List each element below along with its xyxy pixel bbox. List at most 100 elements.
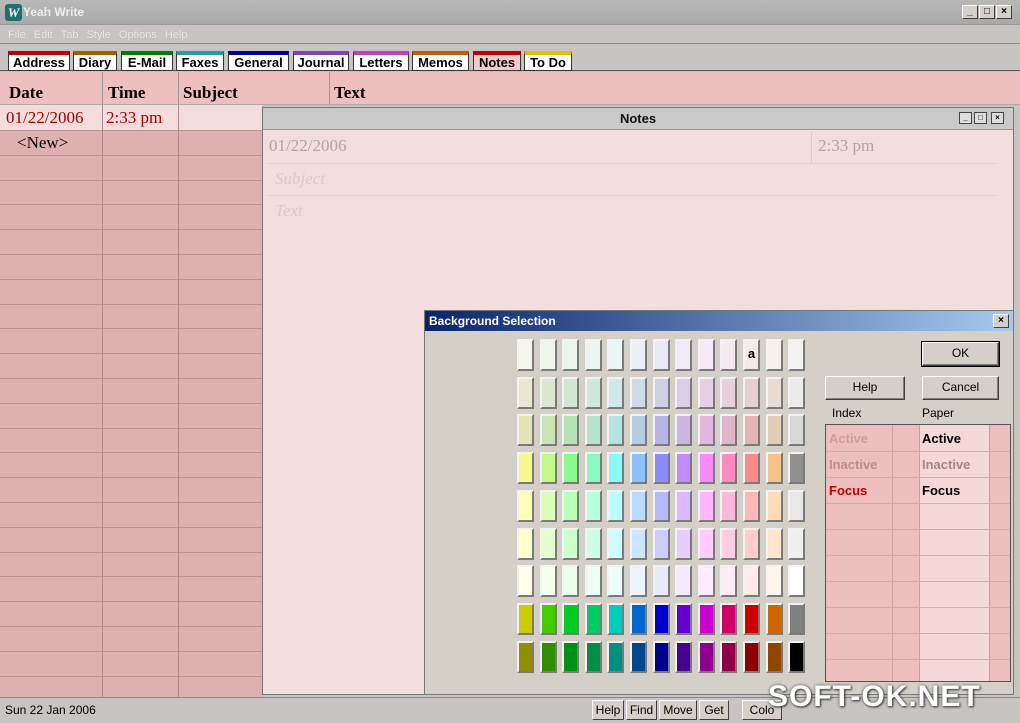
color-swatch[interactable]: [652, 565, 670, 598]
column-header-text[interactable]: Text: [334, 83, 366, 103]
color-swatch[interactable]: [697, 602, 715, 635]
ok-button[interactable]: OK: [921, 341, 1000, 367]
color-swatch[interactable]: [517, 489, 534, 522]
color-swatch[interactable]: [584, 376, 602, 409]
color-swatch[interactable]: [743, 565, 760, 598]
color-swatch[interactable]: [720, 376, 738, 409]
color-swatch[interactable]: [630, 527, 647, 560]
color-swatch[interactable]: [562, 452, 580, 485]
color-swatch[interactable]: [720, 339, 738, 371]
color-swatch[interactable]: [675, 565, 693, 598]
color-swatch[interactable]: [652, 376, 670, 409]
row-time[interactable]: 2:33 pm: [106, 108, 162, 128]
notes-minimize-icon[interactable]: _: [959, 112, 972, 124]
color-swatch[interactable]: [675, 640, 693, 673]
index-focus[interactable]: Focus: [829, 483, 867, 498]
color-swatch[interactable]: [517, 414, 534, 447]
color-swatch[interactable]: [788, 339, 806, 371]
menu-tab[interactable]: Tab: [53, 27, 79, 41]
color-swatch[interactable]: [720, 414, 738, 447]
color-swatch[interactable]: [697, 452, 715, 485]
color-swatch[interactable]: [765, 376, 783, 409]
color-swatch[interactable]: [743, 527, 760, 560]
color-swatch[interactable]: [765, 527, 783, 560]
color-swatch[interactable]: [539, 602, 557, 635]
subject-input[interactable]: Subject: [275, 169, 325, 189]
close-icon[interactable]: ×: [996, 5, 1012, 19]
tab-journal[interactable]: Journal: [293, 51, 349, 71]
menu-options[interactable]: Options: [111, 27, 157, 41]
color-swatch[interactable]: [607, 602, 625, 635]
color-swatch[interactable]: [607, 414, 625, 447]
color-swatch[interactable]: [607, 527, 625, 560]
color-swatch[interactable]: [652, 414, 670, 447]
column-header-date[interactable]: Date: [9, 83, 43, 103]
color-swatch[interactable]: [630, 640, 647, 673]
color-swatch[interactable]: [675, 339, 693, 371]
color-swatch[interactable]: [697, 339, 715, 371]
color-swatch[interactable]: [788, 640, 806, 673]
color-swatch[interactable]: [630, 452, 647, 485]
color-swatch[interactable]: [562, 602, 580, 635]
minimize-icon[interactable]: _: [962, 5, 978, 19]
get-button[interactable]: Get: [699, 700, 729, 720]
menu-edit[interactable]: Edit: [26, 27, 53, 41]
color-swatch[interactable]: [584, 527, 602, 560]
color-swatch[interactable]: [788, 602, 806, 635]
color-swatch[interactable]: [630, 602, 647, 635]
color-swatch[interactable]: [584, 339, 602, 371]
color-swatch[interactable]: [562, 527, 580, 560]
color-swatch[interactable]: [517, 452, 534, 485]
color-swatch[interactable]: [675, 527, 693, 560]
tab-letters[interactable]: Letters: [353, 51, 409, 71]
color-swatch[interactable]: [720, 640, 738, 673]
index-active[interactable]: Active: [829, 431, 868, 446]
color-swatch[interactable]: [562, 414, 580, 447]
color-swatch[interactable]: [539, 489, 557, 522]
color-swatch[interactable]: [788, 452, 806, 485]
color-swatch[interactable]: [584, 414, 602, 447]
maximize-icon[interactable]: □: [979, 5, 995, 19]
tab-general[interactable]: General: [228, 51, 289, 71]
column-header-subject[interactable]: Subject: [183, 83, 238, 103]
color-swatch[interactable]: [562, 376, 580, 409]
tab-notes[interactable]: Notes: [473, 51, 521, 71]
tab-faxes[interactable]: Faxes: [176, 51, 224, 71]
color-swatch[interactable]: [720, 602, 738, 635]
color-swatch[interactable]: [720, 527, 738, 560]
find-button[interactable]: Find: [626, 700, 657, 720]
color-swatch[interactable]: [697, 376, 715, 409]
color-swatch[interactable]: [517, 602, 534, 635]
color-swatch[interactable]: [630, 376, 647, 409]
tab-email[interactable]: E-Mail: [121, 51, 173, 71]
menu-help[interactable]: Help: [157, 27, 188, 41]
color-swatch[interactable]: [788, 489, 806, 522]
color-swatch[interactable]: [788, 414, 806, 447]
color-swatch[interactable]: [539, 339, 557, 371]
color-swatch[interactable]: [743, 414, 760, 447]
color-swatch[interactable]: [630, 414, 647, 447]
color-swatch[interactable]: [517, 640, 534, 673]
color-swatch[interactable]: [743, 489, 760, 522]
color-swatch[interactable]: [584, 602, 602, 635]
color-swatch[interactable]: [675, 452, 693, 485]
color-swatch[interactable]: [539, 527, 557, 560]
color-swatch[interactable]: [607, 489, 625, 522]
color-swatch[interactable]: [630, 339, 647, 371]
paper-active[interactable]: Active: [922, 431, 961, 446]
tab-address[interactable]: Address: [8, 51, 70, 71]
color-swatch[interactable]: [562, 339, 580, 371]
new-entry-item[interactable]: <New>: [17, 133, 68, 153]
color-swatch[interactable]: [652, 489, 670, 522]
color-swatch[interactable]: [697, 489, 715, 522]
color-swatch[interactable]: [517, 339, 534, 371]
color-swatch[interactable]: [743, 376, 760, 409]
color-swatch[interactable]: [539, 452, 557, 485]
color-swatch[interactable]: [675, 414, 693, 447]
menu-file[interactable]: File: [0, 27, 26, 41]
note-date-field[interactable]: 01/22/2006: [269, 136, 346, 156]
color-swatch[interactable]: [517, 527, 534, 560]
row-date[interactable]: 01/22/2006: [6, 108, 83, 128]
color-swatch[interactable]: [517, 565, 534, 598]
color-swatch[interactable]: [607, 565, 625, 598]
